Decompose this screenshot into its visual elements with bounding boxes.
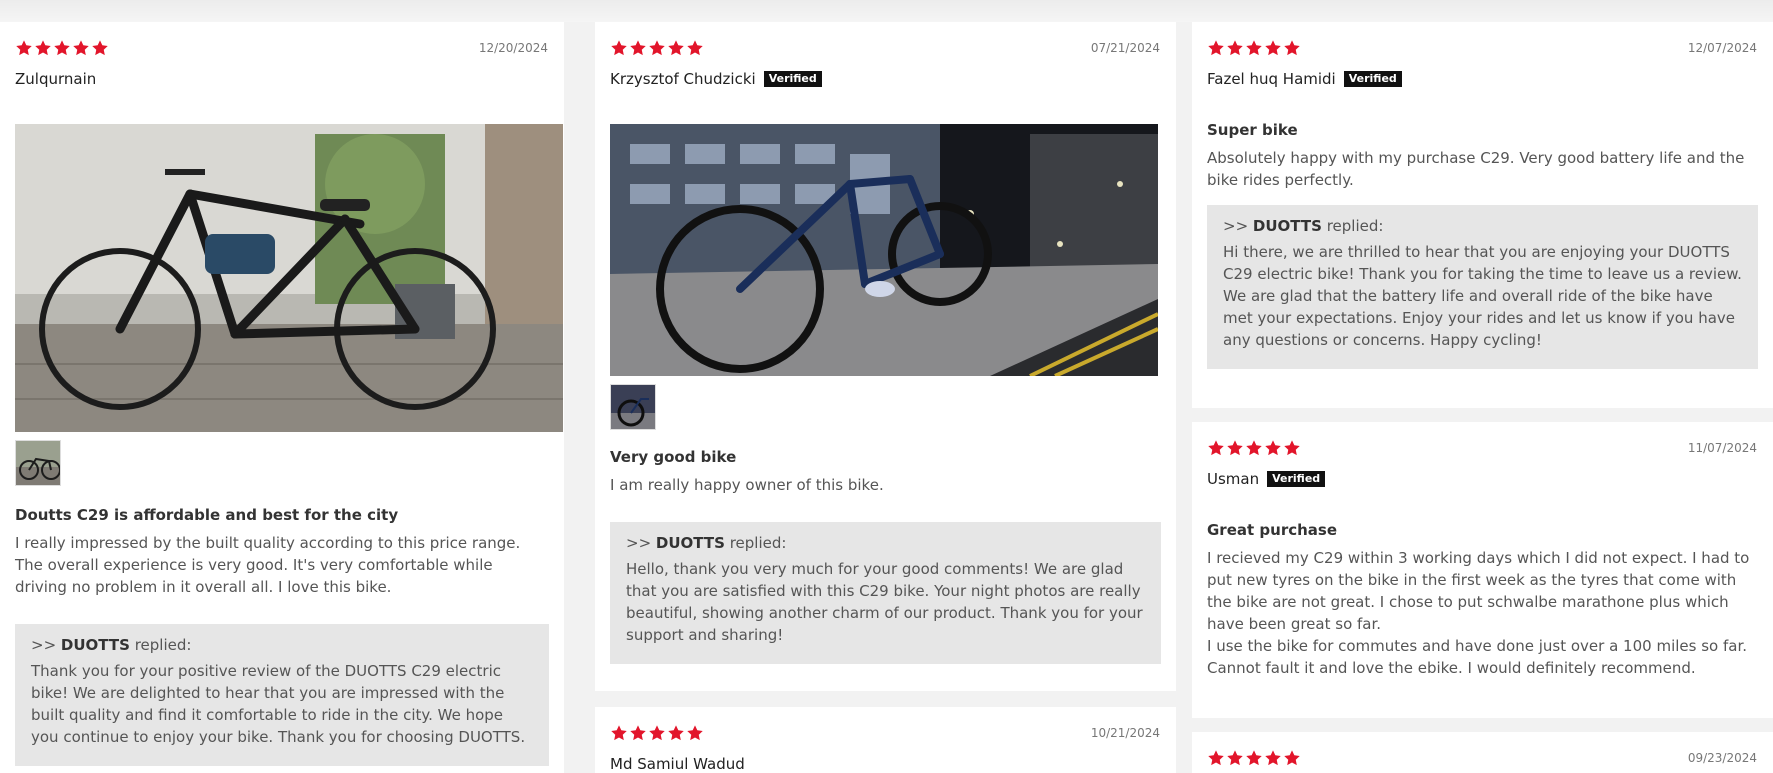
page-top-shade [0, 0, 1773, 22]
author-row: Md Samiul Wadud [610, 754, 1161, 773]
author-row: Fazel huq Hamidi Verified [1207, 69, 1758, 89]
star-rating [15, 38, 549, 58]
verified-badge: Verified [763, 71, 822, 87]
author-name: Krzysztof Chudzicki [610, 70, 756, 88]
review-card: 10/21/2024 Md Samiul Wadud [595, 707, 1176, 773]
verified-badge: Verified [1267, 471, 1326, 487]
star-icon [687, 40, 703, 56]
star-rating [610, 723, 1161, 743]
star-icon [1284, 440, 1300, 456]
reply-text: Thank you for your positive review of th… [31, 662, 526, 746]
star-icon [1246, 440, 1262, 456]
reply-author: DUOTTS [655, 534, 725, 552]
review-body-continued: I use the bike for commutes and have don… [1207, 637, 1747, 677]
review-card: 09/23/2024 [1192, 732, 1773, 773]
star-icon [1284, 750, 1300, 766]
author-name: Zulqurnain [15, 70, 97, 88]
reply-word: replied: [1326, 217, 1384, 235]
star-icon [1265, 440, 1281, 456]
star-rating [1207, 748, 1758, 768]
review-title: Very good bike [610, 448, 737, 466]
star-icon [649, 40, 665, 56]
review-body: I recieved my C29 within 3 working days … [1207, 549, 1750, 633]
author-row: Usman Verified [1207, 469, 1758, 489]
star-icon [1227, 440, 1243, 456]
reply-word: replied: [729, 534, 787, 552]
reply-author: DUOTTS [60, 636, 130, 654]
merchant-reply: >> DUOTTS replied: Thank you for your po… [15, 624, 549, 766]
review-title: Super bike [1207, 121, 1298, 139]
review-date: 07/21/2024 [1090, 41, 1160, 55]
review-card: 07/21/2024 Krzysztof Chudzicki Verified [595, 22, 1176, 691]
star-icon [649, 725, 665, 741]
reply-header: >> DUOTTS replied: [626, 534, 1145, 552]
merchant-reply: >> DUOTTS replied: Hello, thank you very… [610, 522, 1161, 664]
star-icon [16, 40, 32, 56]
star-icon [92, 40, 108, 56]
star-icon [1284, 40, 1300, 56]
review-card: 11/07/2024 Usman Verified Great purchase… [1192, 422, 1773, 718]
star-icon [1265, 40, 1281, 56]
star-icon [73, 40, 89, 56]
review-body: I really impressed by the built quality … [15, 534, 521, 596]
star-rating [610, 38, 1161, 58]
review-photo[interactable] [15, 124, 563, 432]
reply-header: >> DUOTTS replied: [31, 636, 533, 654]
review-title: Doutts C29 is affordable and best for th… [15, 506, 399, 524]
star-icon [1246, 40, 1262, 56]
review-column-2: 07/21/2024 Krzysztof Chudzicki Verified [595, 22, 1176, 773]
star-icon [668, 725, 684, 741]
review-card: 12/20/2024 Zulqurnain Doutts C29 is affo… [0, 22, 564, 773]
star-icon [630, 725, 646, 741]
review-date: 12/20/2024 [478, 41, 548, 55]
review-column-3: 12/07/2024 Fazel huq Hamidi Verified Sup… [1192, 22, 1773, 773]
star-icon [611, 40, 627, 56]
review-column-1: 12/20/2024 Zulqurnain Doutts C29 is affo… [0, 22, 564, 773]
star-icon [1208, 440, 1224, 456]
reply-word: replied: [134, 636, 192, 654]
review-date: 12/07/2024 [1687, 41, 1757, 55]
star-icon [54, 40, 70, 56]
reply-prefix: >> [31, 636, 57, 654]
reply-header: >> DUOTTS replied: [1223, 217, 1742, 235]
review-photo[interactable] [610, 124, 1158, 376]
star-icon [1208, 40, 1224, 56]
author-name: Fazel huq Hamidi [1207, 70, 1336, 88]
review-date: 09/23/2024 [1687, 751, 1757, 765]
review-body: Absolutely happy with my purchase C29. V… [1207, 149, 1745, 189]
star-icon [1227, 750, 1243, 766]
review-title: Great purchase [1207, 521, 1338, 539]
star-icon [687, 725, 703, 741]
star-icon [630, 40, 646, 56]
review-date: 10/21/2024 [1090, 726, 1160, 740]
author-name: Md Samiul Wadud [610, 755, 745, 773]
reply-prefix: >> [1223, 217, 1249, 235]
review-date: 11/07/2024 [1687, 441, 1757, 455]
star-icon [1246, 750, 1262, 766]
review-thumbnail[interactable] [15, 440, 61, 486]
reply-text: Hi there, we are thrilled to hear that y… [1223, 243, 1742, 349]
reply-text: Hello, thank you very much for your good… [626, 560, 1143, 644]
merchant-reply: >> DUOTTS replied: Hi there, we are thri… [1207, 205, 1758, 369]
star-icon [611, 725, 627, 741]
reply-author: DUOTTS [1252, 217, 1322, 235]
verified-badge: Verified [1343, 71, 1402, 87]
star-icon [1208, 750, 1224, 766]
star-icon [1265, 750, 1281, 766]
author-row: Krzysztof Chudzicki Verified [610, 69, 1161, 89]
author-row: Zulqurnain [15, 69, 549, 89]
star-icon [35, 40, 51, 56]
star-rating [1207, 38, 1758, 58]
review-card: 12/07/2024 Fazel huq Hamidi Verified Sup… [1192, 22, 1773, 408]
star-icon [1227, 40, 1243, 56]
author-name: Usman [1207, 470, 1260, 488]
review-body: I am really happy owner of this bike. [610, 476, 884, 494]
star-icon [668, 40, 684, 56]
reply-prefix: >> [626, 534, 652, 552]
review-thumbnail[interactable] [610, 384, 656, 430]
star-rating [1207, 438, 1758, 458]
